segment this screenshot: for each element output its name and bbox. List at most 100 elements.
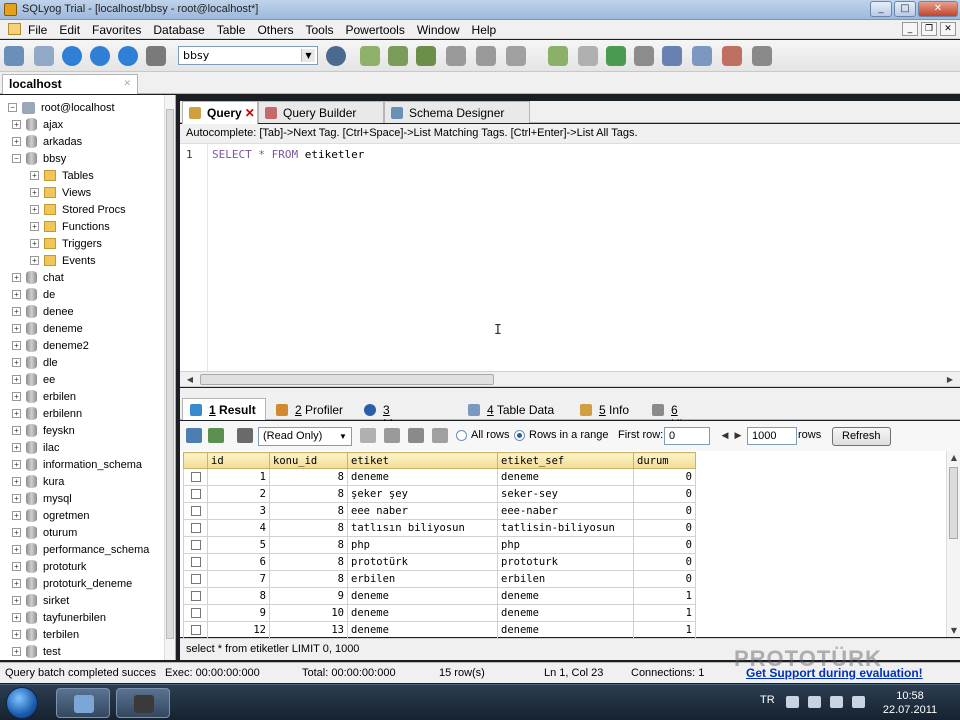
previous-icon[interactable]: ◀ bbox=[719, 429, 731, 443]
tree-database-de[interactable]: + de bbox=[12, 286, 55, 303]
start-button[interactable] bbox=[6, 687, 38, 719]
scroll-right-icon[interactable]: ▶ bbox=[943, 373, 957, 386]
table-cell[interactable]: 0 bbox=[633, 519, 696, 537]
child-close-button[interactable]: ✕ bbox=[940, 22, 956, 36]
column-header[interactable]: id bbox=[207, 452, 270, 469]
tree-database-prototurk_deneme[interactable]: + prototurk_deneme bbox=[12, 575, 132, 592]
table-cell[interactable]: 12 bbox=[207, 621, 270, 639]
tab-history[interactable]: 6 History bbox=[644, 398, 724, 431]
scroll-up-icon[interactable]: ▲ bbox=[949, 453, 959, 462]
document-icon[interactable] bbox=[8, 23, 21, 35]
row-checkbox[interactable] bbox=[190, 625, 201, 635]
table-cell[interactable]: erbilen bbox=[347, 570, 498, 588]
tree-database-deneme2[interactable]: + deneme2 bbox=[12, 337, 89, 354]
table-row[interactable]: 4 8 tatlısın biliyosun tatlisin-biliyosun 0 bbox=[183, 519, 696, 537]
table-cell[interactable]: 13 bbox=[269, 621, 348, 639]
tree-database-erbilenn[interactable]: + erbilenn bbox=[12, 405, 82, 422]
table-cell[interactable]: 2 bbox=[207, 485, 270, 503]
table-cell[interactable]: 0 bbox=[633, 536, 696, 554]
tree-database-dle[interactable]: + dle bbox=[12, 354, 58, 371]
expand-icon[interactable]: + bbox=[12, 409, 21, 418]
close-icon[interactable]: ✕ bbox=[123, 78, 131, 89]
table-cell[interactable]: 1 bbox=[207, 468, 270, 486]
table-cell[interactable]: deneme bbox=[497, 468, 634, 486]
editor-horizontal-scrollbar[interactable]: ◀ ▶ bbox=[180, 371, 960, 387]
grid-scrollbar-thumb[interactable] bbox=[949, 467, 958, 539]
execute-edit-icon[interactable] bbox=[118, 46, 138, 66]
close-icon[interactable]: ✕ bbox=[245, 106, 255, 120]
tab-profiler[interactable]: 2 Profiler bbox=[268, 398, 354, 420]
close-button[interactable]: ✕ bbox=[918, 1, 958, 17]
row-checkbox[interactable] bbox=[190, 557, 201, 567]
copy-db-icon[interactable] bbox=[606, 46, 626, 66]
table-cell[interactable]: deneme bbox=[497, 604, 634, 622]
row-checkbox[interactable] bbox=[190, 489, 201, 499]
menu-edit[interactable]: Edit bbox=[59, 23, 80, 37]
table-cell[interactable]: prototurk bbox=[497, 553, 634, 571]
row-checkbox[interactable] bbox=[190, 472, 201, 482]
table-cell[interactable]: 0 bbox=[633, 485, 696, 503]
table-cell[interactable]: deneme bbox=[347, 468, 498, 486]
new-connection-icon[interactable] bbox=[34, 46, 54, 66]
first-row-input[interactable]: 0 bbox=[664, 427, 710, 445]
expand-icon[interactable]: + bbox=[12, 579, 21, 588]
import-icon[interactable] bbox=[634, 46, 654, 66]
notification-icon[interactable] bbox=[752, 46, 772, 66]
table-cell[interactable]: php bbox=[347, 536, 498, 554]
tree-database-bbsy[interactable]: − bbsy bbox=[12, 150, 66, 167]
create-db-icon[interactable] bbox=[360, 46, 380, 66]
column-header[interactable]: etiket bbox=[347, 452, 498, 469]
tree-database-ogretmen[interactable]: + ogretmen bbox=[12, 507, 89, 524]
expand-icon[interactable]: + bbox=[12, 426, 21, 435]
table-cell[interactable]: şeker şey bbox=[347, 485, 498, 503]
tree-database-erbilen[interactable]: + erbilen bbox=[12, 388, 76, 405]
grid-scrollbar[interactable]: ▲ ▼ bbox=[946, 451, 960, 637]
alter-table-icon[interactable] bbox=[476, 46, 496, 66]
table-cell[interactable]: 7 bbox=[207, 570, 270, 588]
expand-icon[interactable]: + bbox=[12, 443, 21, 452]
expand-icon[interactable]: + bbox=[30, 222, 39, 231]
tree-database-tayfunerbilen[interactable]: + tayfunerbilen bbox=[12, 609, 106, 626]
table-cell[interactable]: 0 bbox=[633, 553, 696, 571]
table-cell[interactable]: php bbox=[497, 536, 634, 554]
table-cell[interactable]: 9 bbox=[269, 587, 348, 605]
table-row[interactable]: 12 13 deneme deneme 1 bbox=[183, 621, 696, 639]
table-cell[interactable]: 1 bbox=[633, 604, 696, 622]
expand-icon[interactable]: + bbox=[30, 205, 39, 214]
connection-tab-localhost[interactable]: localhost ✕ bbox=[2, 74, 138, 94]
tree-scrollbar[interactable] bbox=[164, 95, 175, 660]
all-rows-radio[interactable] bbox=[456, 430, 467, 441]
collapse-icon[interactable]: − bbox=[8, 103, 17, 112]
menu-powertools[interactable]: Powertools bbox=[345, 23, 404, 37]
database-icon[interactable] bbox=[578, 46, 598, 66]
expand-icon[interactable]: + bbox=[12, 647, 21, 656]
tree-database-feyskn[interactable]: + feyskn bbox=[12, 422, 75, 439]
expand-icon[interactable]: + bbox=[12, 596, 21, 605]
execute-all-icon[interactable] bbox=[90, 46, 110, 66]
table-row[interactable]: 6 8 prototürk prototurk 0 bbox=[183, 553, 696, 571]
system-clock[interactable]: 10:58 22.07.2011 bbox=[882, 689, 938, 717]
tree-database-sirket[interactable]: + sirket bbox=[12, 592, 69, 609]
user-manager-icon[interactable] bbox=[326, 46, 346, 66]
connect-icon[interactable] bbox=[4, 46, 24, 66]
tree-database-prototurk[interactable]: + prototurk bbox=[12, 558, 86, 575]
restore-icon[interactable] bbox=[416, 46, 436, 66]
tree-database-test[interactable]: + test bbox=[12, 643, 61, 660]
tree-folder-views[interactable]: + Views bbox=[30, 184, 91, 201]
column-header[interactable]: etiket_sef bbox=[497, 452, 634, 469]
expand-icon[interactable]: + bbox=[12, 273, 21, 282]
next-icon[interactable]: ▶ bbox=[732, 429, 744, 443]
table-cell[interactable]: prototürk bbox=[347, 553, 498, 571]
tree-database-arkadas[interactable]: + arkadas bbox=[12, 133, 82, 150]
taskbar-app-sqlyog[interactable] bbox=[56, 688, 110, 718]
result-view-icon[interactable] bbox=[208, 428, 224, 443]
tray-arrow-icon[interactable] bbox=[786, 696, 799, 708]
table-cell[interactable]: eee-naber bbox=[497, 502, 634, 520]
sync-icon[interactable] bbox=[548, 46, 568, 66]
tab-query-builder[interactable]: Query Builder bbox=[258, 101, 384, 123]
expand-icon[interactable]: + bbox=[30, 239, 39, 248]
query-editor[interactable]: 1 SELECT * FROM etiketler I bbox=[180, 143, 960, 371]
table-cell[interactable]: tatlısın biliyosun bbox=[347, 519, 498, 537]
table-cell[interactable]: 8 bbox=[269, 536, 348, 554]
tree-database-terbilen[interactable]: + terbilen bbox=[12, 626, 79, 643]
